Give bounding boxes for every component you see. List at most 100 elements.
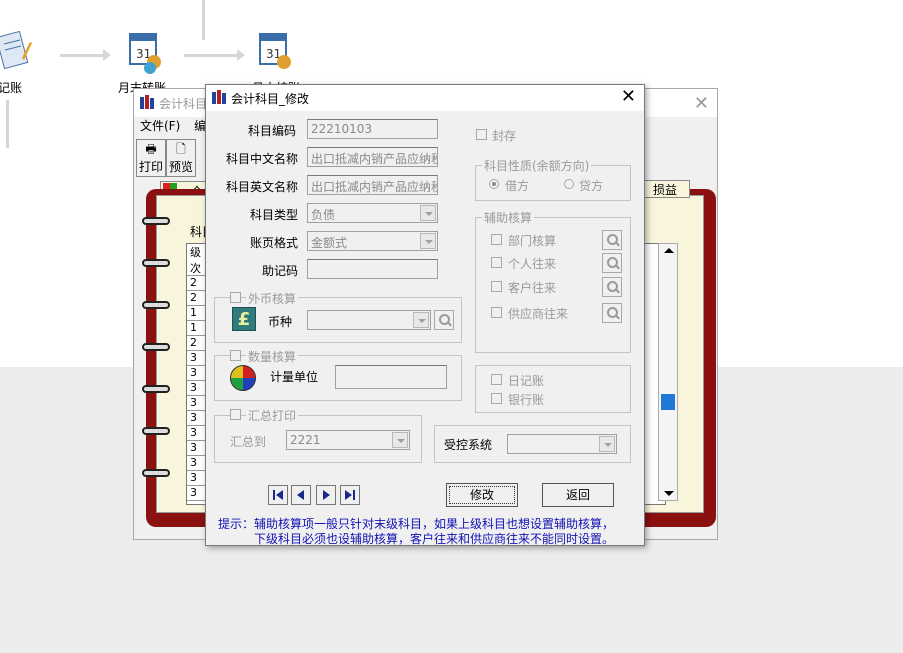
fx-group-title: 外币核算: [246, 290, 299, 307]
modify-button[interactable]: 修改: [446, 483, 518, 507]
back-button-label: 返回: [565, 488, 590, 502]
print-button[interactable]: 🖶 打印: [136, 139, 166, 177]
fx-checkbox[interactable]: [230, 292, 241, 303]
first-record-button[interactable]: [268, 485, 288, 505]
last-record-button[interactable]: [340, 485, 360, 505]
prev-record-button[interactable]: [291, 485, 311, 505]
controlled-select[interactable]: [507, 434, 617, 454]
flow-connector: [202, 0, 205, 40]
journal-group: [475, 365, 631, 413]
currency-label: 币种: [268, 315, 293, 329]
mnemonic-field[interactable]: [307, 259, 438, 279]
en-name-field[interactable]: 出口抵减内销产品应纳税: [307, 175, 438, 195]
bank-journal-checkbox[interactable]: [491, 393, 502, 404]
preview-label: 预览: [168, 160, 193, 174]
chevron-down-icon[interactable]: [420, 233, 436, 249]
modify-button-label: 修改: [469, 488, 494, 502]
back-button[interactable]: 返回: [542, 483, 614, 507]
credit-label: 贷方: [579, 179, 604, 193]
debit-label: 借方: [505, 179, 530, 193]
first-icon: [273, 490, 275, 500]
chevron-down-icon[interactable]: [413, 312, 429, 328]
nature-group-title: 科目性质(余额方向): [482, 157, 592, 174]
close-icon[interactable]: ✕: [621, 86, 636, 107]
flow-connector: [6, 100, 9, 148]
search-icon[interactable]: [602, 253, 622, 273]
binder-ring: [142, 259, 170, 267]
scroll-thumb[interactable]: [661, 394, 675, 410]
unit-field[interactable]: [335, 365, 447, 389]
search-icon[interactable]: [602, 277, 622, 297]
mnemonic-label: 助记码: [262, 264, 299, 278]
summary-to-value: 2221: [290, 433, 321, 447]
hint-text: 提示：辅助核算项一般只针对末级科目，如果上级科目也想设置辅助核算， 下级科目必须…: [218, 517, 638, 547]
printer-icon: 🖶: [145, 142, 157, 156]
controlled-label: 受控系统: [444, 438, 493, 452]
journal-checkbox[interactable]: [491, 374, 502, 385]
flow-arrow: [184, 49, 245, 61]
binder-ring: [142, 427, 170, 435]
books-icon: [140, 95, 154, 109]
journal-label: 日记账: [508, 374, 545, 388]
prev-icon: [297, 490, 304, 500]
seal-checkbox[interactable]: [476, 129, 487, 140]
person-checkbox[interactable]: [491, 257, 502, 268]
currency-icon: £: [232, 307, 256, 331]
format-value: 金额式: [311, 236, 348, 250]
unit-label: 计量单位: [270, 370, 319, 384]
binder-ring: [142, 343, 170, 351]
chevron-down-icon[interactable]: [392, 432, 408, 448]
search-icon[interactable]: [602, 303, 622, 323]
next-record-button[interactable]: [316, 485, 336, 505]
modify-subject-dialog: 会计科目_修改 ✕ 科目编码 22210103 科目中文名称 出口抵减内销产品应…: [205, 84, 645, 546]
dept-label: 部门核算: [508, 234, 557, 248]
credit-radio[interactable]: [564, 179, 574, 189]
en-name-label: 科目英文名称: [226, 180, 299, 194]
code-label: 科目编码: [248, 124, 297, 138]
chevron-down-icon[interactable]: [599, 436, 615, 452]
format-label: 账页格式: [250, 236, 299, 250]
journal-icon[interactable]: [0, 28, 34, 74]
qty-checkbox[interactable]: [230, 350, 241, 361]
dialog-titlebar: 会计科目_修改 ✕: [206, 85, 644, 111]
hint-line-2: 下级科目必须也设辅助核算，客户往来和供应商往来不能同时设置。: [254, 532, 615, 546]
calendar-transfer-icon[interactable]: 31: [126, 28, 166, 74]
debit-radio[interactable]: [489, 179, 499, 189]
preview-button[interactable]: 🗋 预览: [166, 139, 196, 177]
next-icon: [323, 490, 330, 500]
summary-checkbox[interactable]: [230, 409, 241, 420]
calendar-close-icon[interactable]: 31: [256, 28, 296, 74]
dept-checkbox[interactable]: [491, 234, 502, 245]
scrollbar[interactable]: [658, 243, 678, 501]
format-select[interactable]: 金额式: [307, 231, 438, 251]
window-title: 会计科目: [159, 97, 208, 111]
type-value: 负债: [311, 208, 336, 222]
pie-chart-icon: [230, 365, 256, 391]
scroll-down-icon[interactable]: [664, 491, 674, 496]
search-icon[interactable]: [434, 310, 454, 330]
supplier-checkbox[interactable]: [491, 307, 502, 318]
search-icon[interactable]: [602, 230, 622, 250]
type-select[interactable]: 负债: [307, 203, 438, 223]
currency-select[interactable]: [307, 310, 431, 330]
customer-checkbox[interactable]: [491, 281, 502, 292]
person-label: 个人往来: [508, 257, 557, 271]
last-arrow-icon: [345, 490, 352, 500]
dialog-title: 会计科目_修改: [231, 92, 310, 106]
summary-to-select[interactable]: 2221: [286, 430, 410, 450]
tab-profit-loss[interactable]: 损益: [640, 180, 690, 198]
menu-file[interactable]: 文件(F): [140, 119, 180, 133]
last-icon: [353, 490, 355, 500]
type-label: 科目类型: [250, 208, 299, 222]
close-icon[interactable]: ✕: [694, 93, 709, 114]
hint-line-1: 提示：辅助核算项一般只针对末级科目，如果上级科目也想设置辅助核算，: [218, 517, 615, 531]
binder-ring: [142, 469, 170, 477]
cn-name-field[interactable]: 出口抵减内销产品应纳税: [307, 147, 438, 167]
scroll-up-icon[interactable]: [664, 248, 674, 253]
bank-journal-label: 银行账: [508, 393, 545, 407]
chevron-down-icon[interactable]: [420, 205, 436, 221]
summary-to-label: 汇总到: [230, 435, 267, 449]
cn-name-label: 科目中文名称: [226, 152, 299, 166]
code-field[interactable]: 22210103: [307, 119, 438, 139]
qty-group-title: 数量核算: [246, 348, 299, 365]
